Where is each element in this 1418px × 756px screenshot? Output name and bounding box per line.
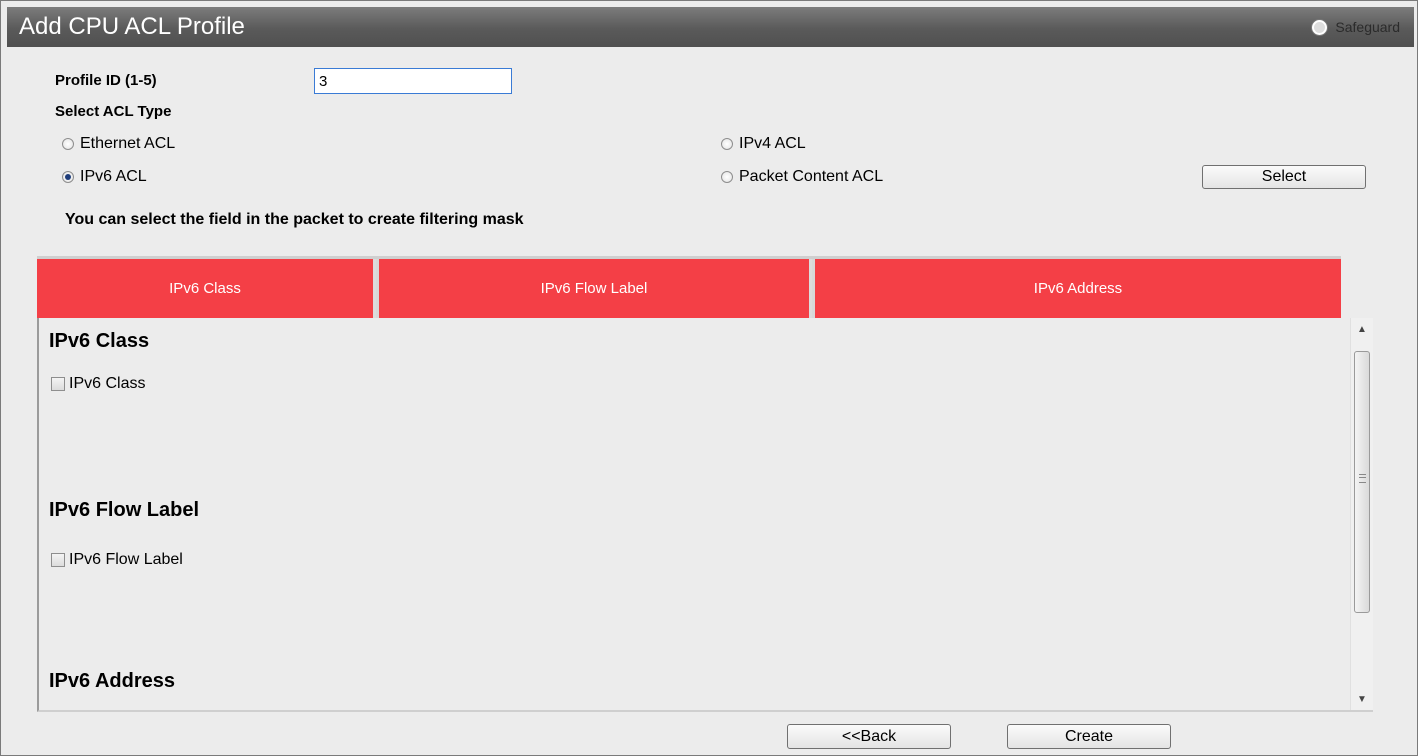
radio-icon	[721, 171, 733, 183]
tab-ipv6-class[interactable]: IPv6 Class	[37, 259, 376, 318]
radio-label: Packet Content ACL	[739, 168, 884, 185]
radio-label: IPv6 ACL	[80, 168, 147, 185]
profile-id-label: Profile ID (1-5)	[55, 72, 157, 89]
section-heading-ipv6-class: IPv6 Class	[49, 330, 150, 352]
vertical-scrollbar[interactable]: ▲ ▼	[1350, 318, 1373, 710]
radio-icon	[62, 138, 74, 150]
radio-ipv6-acl[interactable]: IPv6 ACL	[62, 168, 147, 186]
create-button[interactable]: Create	[1007, 724, 1171, 749]
scroll-down-icon[interactable]: ▼	[1357, 694, 1367, 705]
scroll-thumb[interactable]	[1354, 351, 1370, 613]
safeguard-label: Safeguard	[1335, 19, 1400, 35]
section-heading-ipv6-address: IPv6 Address	[49, 670, 175, 692]
page-title: Add CPU ACL Profile	[19, 13, 245, 40]
radio-ipv4-acl[interactable]: IPv4 ACL	[721, 135, 806, 153]
checkbox-ipv6-class[interactable]: IPv6 Class	[51, 375, 145, 393]
radio-icon	[721, 138, 733, 150]
title-bar: Add CPU ACL Profile Safeguard	[7, 7, 1414, 47]
section-heading-ipv6-flow-label: IPv6 Flow Label	[49, 499, 200, 521]
safeguard-indicator: Safeguard	[1312, 19, 1400, 35]
tab-ipv6-flow-label[interactable]: IPv6 Flow Label	[379, 259, 812, 318]
filter-hint: You can select the field in the packet t…	[65, 211, 524, 228]
radio-selected-icon	[62, 171, 74, 183]
checkbox-ipv6-flow-label[interactable]: IPv6 Flow Label	[51, 551, 183, 569]
window-frame: Add CPU ACL Profile Safeguard Profile ID…	[0, 0, 1418, 756]
select-button[interactable]: Select	[1202, 165, 1366, 189]
radio-label: Ethernet ACL	[80, 135, 176, 152]
radio-packet-content-acl[interactable]: Packet Content ACL	[721, 168, 883, 186]
grip-icon	[1359, 474, 1366, 483]
field-panel: IPv6 Class IPv6 Class IPv6 Flow Label IP…	[37, 318, 1373, 712]
acl-type-label: Select ACL Type	[55, 103, 172, 120]
field-tabs: IPv6 Class IPv6 Flow Label IPv6 Address	[37, 256, 1341, 321]
checkbox-icon	[51, 377, 65, 391]
radio-ethernet-acl[interactable]: Ethernet ACL	[62, 135, 175, 153]
back-button[interactable]: <<Back	[787, 724, 951, 749]
scroll-up-icon[interactable]: ▲	[1357, 324, 1367, 335]
checkbox-icon	[51, 553, 65, 567]
radio-label: IPv4 ACL	[739, 135, 806, 152]
checkbox-label: IPv6 Class	[69, 375, 146, 392]
profile-id-input[interactable]	[314, 68, 512, 94]
safeguard-status-icon	[1312, 19, 1328, 35]
tab-ipv6-address[interactable]: IPv6 Address	[815, 259, 1341, 318]
checkbox-label: IPv6 Flow Label	[69, 551, 183, 568]
